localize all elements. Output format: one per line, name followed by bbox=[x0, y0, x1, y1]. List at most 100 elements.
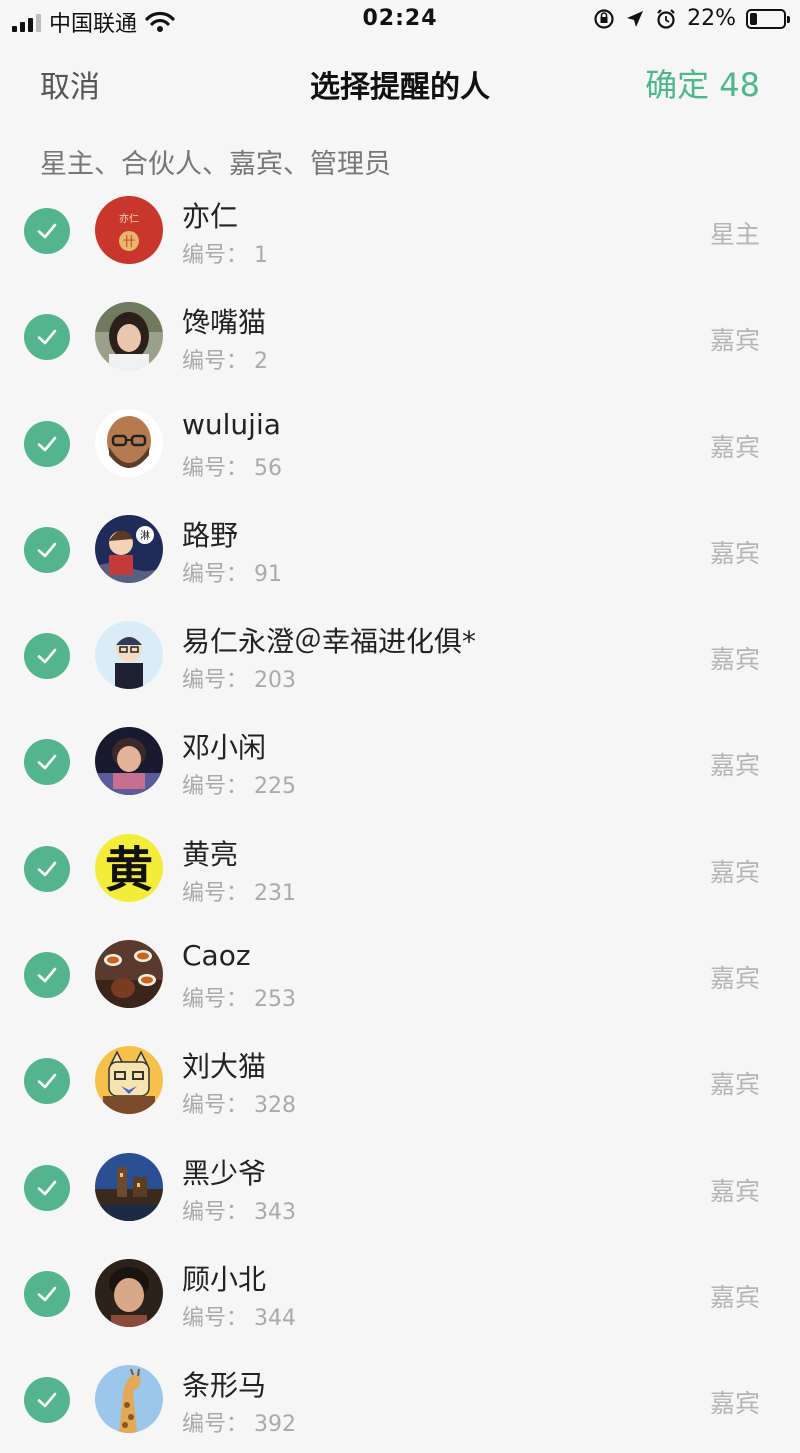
member-row[interactable]: 条形马 编号： 392 嘉宾 bbox=[0, 1346, 800, 1452]
member-number-value: 328 bbox=[254, 1093, 297, 1119]
member-number-value: 56 bbox=[254, 455, 283, 481]
member-name: 易仁永澄＠幸福进化俱* bbox=[182, 625, 477, 659]
member-number-value: 343 bbox=[254, 1199, 297, 1225]
member-role: 嘉宾 bbox=[709, 1282, 760, 1312]
cartoon-glasses-man-avatar bbox=[95, 621, 163, 690]
member-number: 编号： 91 bbox=[182, 556, 282, 588]
number-label: 编号： bbox=[182, 987, 249, 1013]
checked-checkbox-icon[interactable] bbox=[24, 1058, 70, 1105]
number-label: 编号： bbox=[182, 774, 249, 800]
number-label: 编号： bbox=[182, 349, 249, 375]
member-number: 编号： 56 bbox=[182, 450, 282, 482]
member-number-value: 91 bbox=[254, 561, 283, 587]
member-row[interactable]: 顾小北 编号： 344 嘉宾 bbox=[0, 1240, 800, 1346]
member-number: 编号： 343 bbox=[182, 1194, 296, 1226]
member-number-value: 225 bbox=[254, 774, 297, 800]
member-row[interactable]: 易仁永澄＠幸福进化俱* 编号： 203 嘉宾 bbox=[0, 602, 800, 708]
member-number: 编号： 392 bbox=[182, 1406, 296, 1438]
avatar-badge: 淋 bbox=[140, 529, 150, 542]
number-label: 编号： bbox=[182, 1412, 249, 1438]
member-number: 编号： 253 bbox=[182, 981, 296, 1013]
cancel-button[interactable]: 取消 bbox=[40, 62, 100, 106]
woman-photo-avatar bbox=[95, 302, 163, 371]
number-label: 编号： bbox=[182, 1199, 249, 1225]
member-number-value: 1 bbox=[254, 243, 269, 268]
member-role: 嘉宾 bbox=[709, 1176, 760, 1206]
battery-icon bbox=[746, 8, 790, 29]
checked-checkbox-icon[interactable] bbox=[24, 1164, 70, 1211]
member-role: 嘉宾 bbox=[709, 857, 760, 887]
checked-checkbox-icon[interactable] bbox=[24, 314, 70, 361]
member-role: 星主 bbox=[709, 220, 760, 249]
number-label: 编号： bbox=[182, 455, 249, 481]
member-row[interactable]: 邓小闲 编号： 225 嘉宾 bbox=[0, 708, 800, 814]
member-row[interactable]: 黄 黄亮 编号： 231 嘉宾 bbox=[0, 815, 800, 921]
location-arrow-icon bbox=[627, 10, 644, 27]
nav-bar: 取消 选择提醒的人 确定 48 bbox=[0, 48, 800, 116]
number-label: 编号： bbox=[182, 880, 249, 906]
member-number-value: 392 bbox=[254, 1412, 297, 1438]
confirm-button[interactable]: 确定 48 bbox=[645, 60, 760, 106]
member-row[interactable]: wulujia 编号： 56 嘉宾 bbox=[0, 390, 800, 496]
member-list: 亦仁 卄 亦仁 编号： 1 星主 馋嘴猫 编号： 2 嘉宾 wulujia 编号… bbox=[0, 177, 800, 1453]
member-name: 馋嘴猫 bbox=[182, 306, 267, 340]
giraffe-avatar bbox=[95, 1365, 163, 1434]
checked-checkbox-icon[interactable] bbox=[24, 208, 70, 254]
bald-bearded-man-avatar bbox=[95, 408, 163, 477]
night-castle-avatar bbox=[95, 1152, 163, 1221]
battery-percent: 22% bbox=[687, 6, 736, 31]
member-row[interactable]: 黑少爷 编号： 343 嘉宾 bbox=[0, 1134, 800, 1240]
member-row[interactable]: 馋嘴猫 编号： 2 嘉宾 bbox=[0, 283, 800, 389]
checked-checkbox-icon[interactable] bbox=[24, 633, 70, 680]
member-role: 嘉宾 bbox=[709, 964, 760, 994]
member-role: 嘉宾 bbox=[709, 432, 760, 462]
member-name: Caoz bbox=[182, 939, 251, 973]
member-number: 编号： 203 bbox=[182, 662, 296, 694]
number-label: 编号： bbox=[182, 1305, 249, 1331]
member-name: 黄亮 bbox=[182, 837, 239, 871]
member-number-value: 231 bbox=[254, 880, 297, 906]
member-number: 编号： 344 bbox=[182, 1300, 296, 1332]
member-name: 刘大猫 bbox=[182, 1050, 267, 1084]
number-label: 编号： bbox=[182, 243, 249, 268]
checked-checkbox-icon[interactable] bbox=[24, 739, 70, 786]
checked-checkbox-icon[interactable] bbox=[24, 845, 70, 892]
checked-checkbox-icon[interactable] bbox=[24, 952, 70, 999]
member-role: 嘉宾 bbox=[709, 538, 760, 568]
member-name: 顾小北 bbox=[182, 1262, 267, 1296]
checked-checkbox-icon[interactable] bbox=[24, 526, 70, 573]
battery-level bbox=[750, 12, 757, 25]
checked-checkbox-icon[interactable] bbox=[24, 1270, 70, 1317]
member-number-value: 253 bbox=[254, 987, 297, 1013]
member-role: 嘉宾 bbox=[709, 1070, 760, 1100]
checked-checkbox-icon[interactable] bbox=[24, 420, 70, 467]
member-number: 编号： 231 bbox=[182, 875, 296, 907]
member-number-value: 344 bbox=[254, 1305, 297, 1331]
avatar-character: 黄 bbox=[105, 842, 153, 898]
member-role: 嘉宾 bbox=[709, 326, 760, 356]
member-name: wulujia bbox=[182, 407, 281, 441]
member-name: 路野 bbox=[182, 518, 239, 552]
member-number: 编号： 225 bbox=[182, 768, 296, 800]
huang-character-avatar: 黄 bbox=[95, 833, 163, 902]
member-row[interactable]: Caoz 编号： 253 嘉宾 bbox=[0, 921, 800, 1027]
member-name: 亦仁 bbox=[182, 200, 239, 233]
member-number: 编号： 328 bbox=[182, 1087, 296, 1119]
member-name: 邓小闲 bbox=[182, 731, 267, 765]
number-label: 编号： bbox=[182, 668, 249, 694]
boy-photo-avatar bbox=[95, 1258, 163, 1327]
number-label: 编号： bbox=[182, 561, 249, 587]
member-row[interactable]: 淋 路野 编号： 91 嘉宾 bbox=[0, 496, 800, 602]
member-number-value: 2 bbox=[254, 349, 269, 375]
member-role: 嘉宾 bbox=[709, 751, 760, 781]
member-row[interactable]: 刘大猫 编号： 328 嘉宾 bbox=[0, 1027, 800, 1133]
member-number: 编号： 2 bbox=[182, 343, 268, 375]
avatar-label: 亦仁 bbox=[119, 212, 139, 225]
member-role: 嘉宾 bbox=[709, 1389, 760, 1419]
member-role: 嘉宾 bbox=[709, 645, 760, 675]
member-name: 条形马 bbox=[182, 1369, 267, 1403]
alarm-icon bbox=[657, 8, 675, 29]
member-row[interactable]: 亦仁 卄 亦仁 编号： 1 星主 bbox=[0, 177, 800, 283]
checked-checkbox-icon[interactable] bbox=[24, 1377, 70, 1424]
member-number: 编号： 1 bbox=[182, 237, 268, 269]
